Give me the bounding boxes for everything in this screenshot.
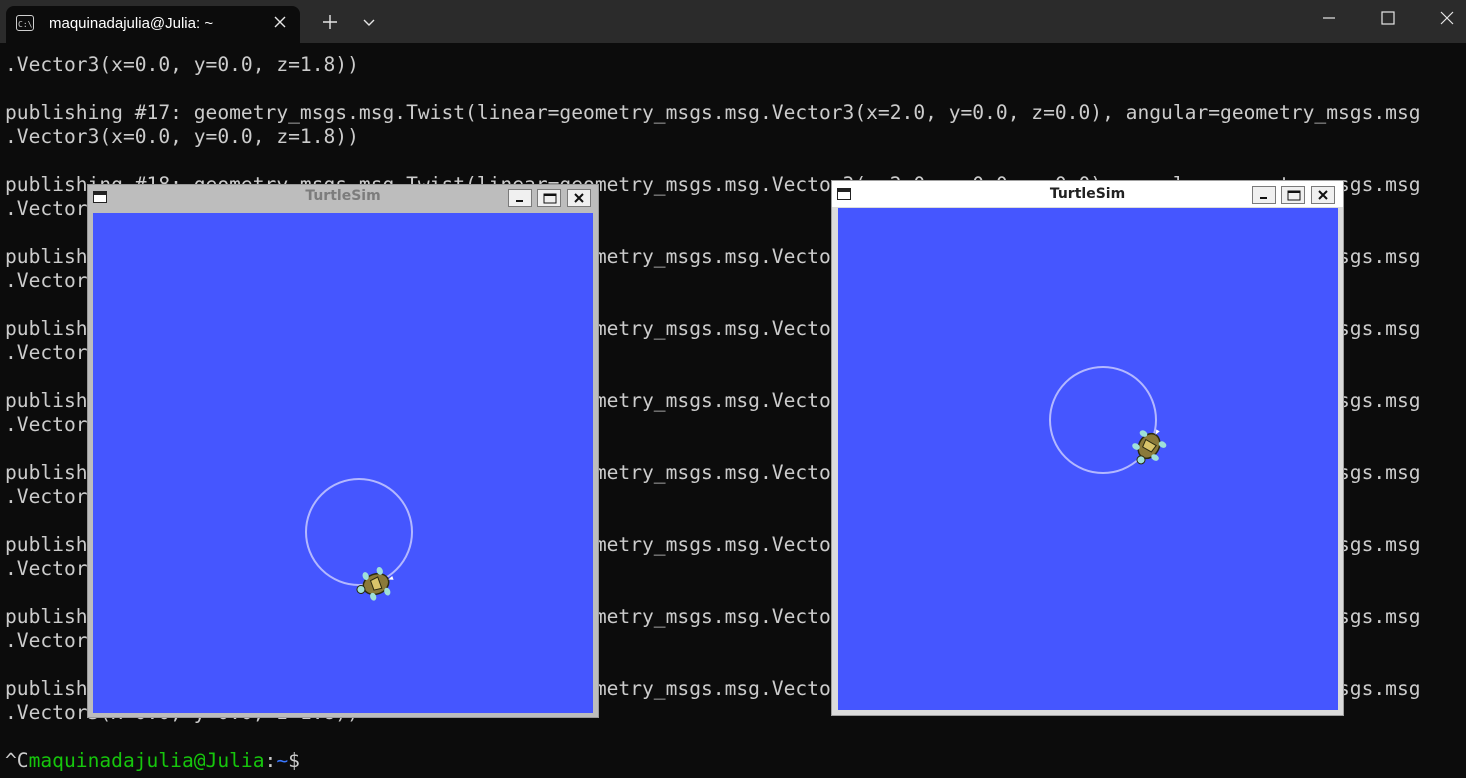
turtle-trail [305,478,413,586]
terminal-line: .Vector3(x=0.0, y=0.0, z=1.8)) [5,53,359,76]
interrupt-text: ^C [5,749,29,772]
svg-text:C:\: C:\ [18,20,32,28]
minimize-icon[interactable] [508,189,532,207]
minimize-icon[interactable] [1300,0,1358,36]
maximize-icon[interactable] [1281,186,1305,204]
close-icon[interactable] [270,12,290,32]
maximize-icon[interactable] [537,189,561,207]
chevron-down-icon[interactable] [360,13,378,31]
turtlesim-canvas[interactable] [838,208,1338,710]
prompt-symbol: $ [288,749,300,772]
turtlesim-window-2[interactable]: TurtleSim [831,180,1344,716]
close-icon[interactable] [1418,0,1466,36]
minimize-icon[interactable] [1252,186,1276,204]
prompt-path: ~ [276,749,289,772]
terminal-titlebar: C:\ maquinadajulia@Julia: ~ [0,0,1466,43]
tab-title: maquinadajulia@Julia: ~ [49,15,214,32]
prompt-user-host: maquinadajulia@Julia [28,749,265,772]
terminal-line: .Vector3(x=0.0, y=0.0, z=1.8)) [5,125,359,148]
terminal-tab[interactable]: C:\ maquinadajulia@Julia: ~ [6,6,300,43]
window-titlebar[interactable]: TurtleSim [832,181,1343,207]
terminal-line: publishing #17: geometry_msgs.msg.Twist(… [5,101,1421,124]
turtlesim-canvas[interactable] [93,213,593,713]
turtlesim-window-1[interactable]: TurtleSim [87,184,599,718]
maximize-icon[interactable] [1359,0,1417,36]
close-icon[interactable] [567,189,591,207]
terminal-icon: C:\ [16,15,34,31]
shell-prompt[interactable]: ^Cmaquinadajulia@Julia:~$ [5,749,300,773]
close-icon[interactable] [1311,186,1335,204]
prompt-separator: : [264,749,277,772]
window-titlebar[interactable]: TurtleSim [88,185,598,209]
plus-icon[interactable] [320,12,340,32]
